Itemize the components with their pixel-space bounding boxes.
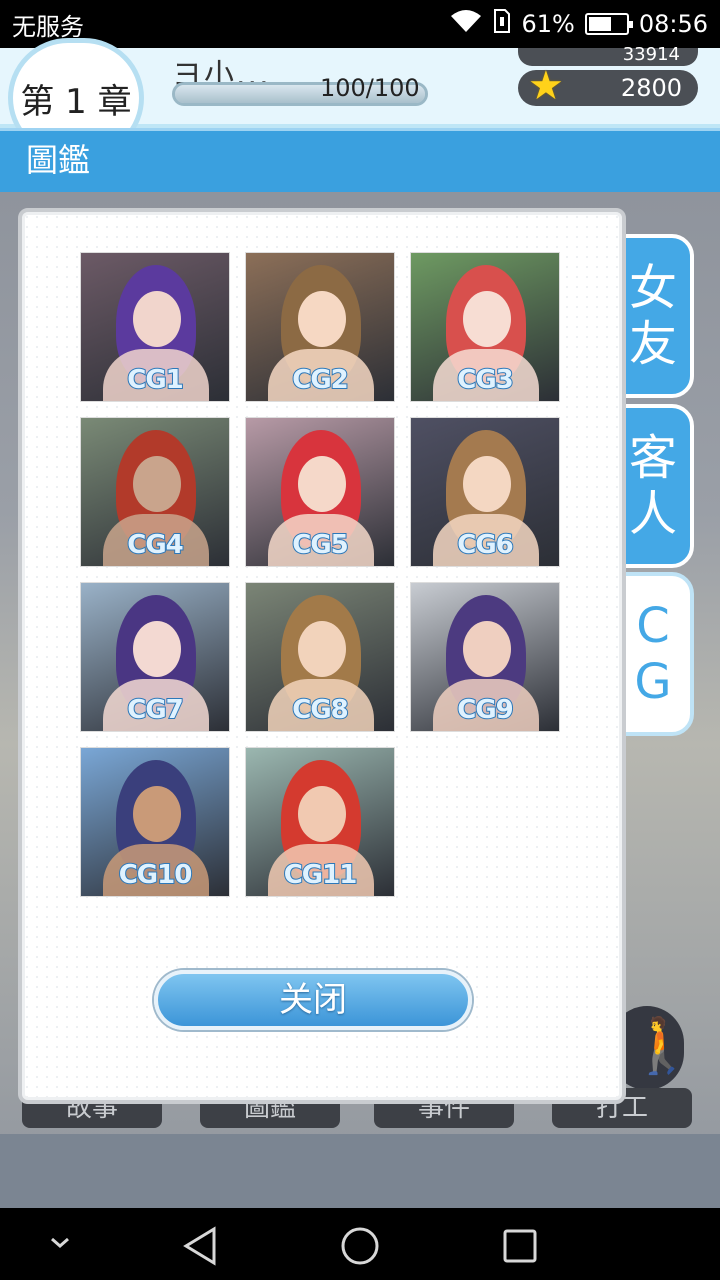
cg-thumbnail[interactable]: CG9	[410, 582, 560, 732]
cg-thumbnail[interactable]: CG10	[80, 747, 230, 897]
cg-label: CG10	[118, 859, 194, 891]
collapse-icon[interactable]	[48, 1232, 72, 1256]
cg-label: CG9	[456, 694, 515, 726]
cg-label: CG7	[126, 694, 185, 726]
cg-label: CG11	[283, 859, 359, 891]
gallery-dialog: CG1 CG2 CG3 CG4 CG5 CG6 CG7 CG8 CG9 CG10 CG11 关闭	[18, 208, 626, 1104]
carrier-text: 无服务	[12, 12, 84, 41]
cg-label: CG6	[456, 529, 515, 561]
status-bar: 无服务 61% 08:56	[0, 0, 720, 48]
cg-thumbnail[interactable]: CG4	[80, 417, 230, 567]
tab-girlfriend-label: 女 友	[628, 260, 677, 372]
page-title: 圖鑑	[0, 128, 720, 192]
cg-thumbnail[interactable]: CG5	[245, 417, 395, 567]
wifi-icon	[449, 8, 483, 40]
top-hud: 第 1 章 ヨ小... 100/100 33914 2800 ★	[0, 38, 720, 158]
cg-label: CG2	[291, 364, 350, 396]
cg-thumbnail[interactable]: CG11	[245, 747, 395, 897]
cg-thumbnail[interactable]: CG1	[80, 252, 230, 402]
home-icon[interactable]	[340, 1226, 380, 1270]
recents-icon[interactable]	[502, 1226, 538, 1270]
cg-thumbnail[interactable]: CG8	[245, 582, 395, 732]
bottom-strip	[0, 1134, 720, 1208]
hp-text: 100/100	[320, 74, 420, 102]
tab-guest-label: 客 人	[628, 430, 677, 542]
cg-label: CG4	[126, 529, 185, 561]
status-right: 61% 08:56	[449, 8, 708, 40]
cg-thumbnail[interactable]: CG7	[80, 582, 230, 732]
close-button[interactable]: 关闭	[154, 970, 472, 1030]
cg-label: CG3	[456, 364, 515, 396]
clock: 08:56	[638, 10, 708, 38]
navigation-bar	[0, 1208, 720, 1280]
cg-thumbnail[interactable]: CG2	[245, 252, 395, 402]
cg-label: CG8	[291, 694, 350, 726]
cg-thumbnail[interactable]: CG6	[410, 417, 560, 567]
battery-percent: 61%	[521, 10, 575, 38]
battery-icon	[584, 13, 633, 35]
cg-label: CG1	[126, 364, 185, 396]
sim-icon	[493, 8, 511, 40]
walker-icon: 🚶	[628, 1014, 696, 1077]
cg-label: CG5	[291, 529, 350, 561]
back-icon[interactable]	[182, 1226, 218, 1270]
cg-thumbnail[interactable]: CG3	[410, 252, 560, 402]
tab-cg-label: C G	[634, 598, 672, 710]
star-icon: ★	[528, 63, 564, 109]
